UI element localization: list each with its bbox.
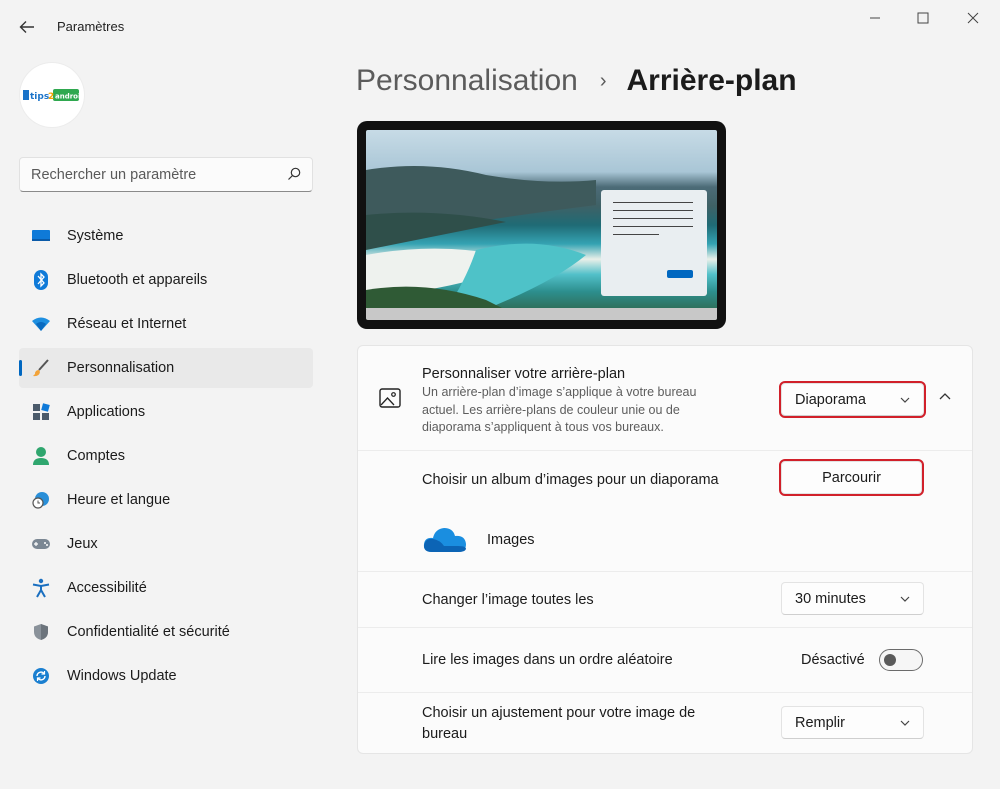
fit-label-line: Choisir un ajustement pour votre image d… bbox=[422, 705, 696, 721]
clock-globe-icon bbox=[31, 490, 51, 510]
sidebar-item-label: Comptes bbox=[67, 448, 126, 464]
sidebar-item-label: Personnalisation bbox=[67, 360, 175, 376]
onedrive-cloud-icon bbox=[423, 528, 466, 552]
sidebar-item-windows-update[interactable]: Windows Update bbox=[19, 656, 313, 696]
svg-text:2: 2 bbox=[48, 92, 54, 102]
background-type-dropdown[interactable]: Diaporama bbox=[779, 381, 926, 418]
preview-text-line bbox=[613, 218, 693, 219]
fit-dropdown[interactable]: Remplir bbox=[781, 706, 924, 739]
browse-button[interactable]: Parcourir bbox=[779, 459, 924, 496]
gamepad-icon bbox=[31, 534, 51, 554]
sidebar-item-label: Heure et langue bbox=[67, 492, 171, 508]
fit-value: Remplir bbox=[795, 714, 845, 731]
preview-button bbox=[667, 270, 693, 278]
desktop-preview bbox=[357, 121, 726, 329]
sidebar-item-label: Réseau et Internet bbox=[67, 316, 187, 332]
search-input[interactable] bbox=[20, 158, 270, 191]
background-title: Personnaliser votre arrière-plan bbox=[422, 366, 626, 382]
chevron-up-icon[interactable] bbox=[938, 391, 952, 401]
browse-button-label: Parcourir bbox=[822, 469, 881, 486]
background-description-line: actuel. Les arrière-plans de couleur uni… bbox=[422, 402, 680, 417]
preview-text-line bbox=[613, 234, 659, 235]
fit-label-line: bureau bbox=[422, 726, 468, 742]
interval-value: 30 minutes bbox=[795, 590, 866, 607]
back-arrow-icon bbox=[19, 21, 34, 33]
background-type-row[interactable]: Personnaliser votre arrière-plan Un arri… bbox=[358, 346, 972, 451]
minimize-button[interactable] bbox=[865, 8, 885, 28]
page-title: Arrière-plan bbox=[626, 64, 797, 97]
preview-text-line bbox=[613, 226, 693, 227]
interval-dropdown[interactable]: 30 minutes bbox=[781, 582, 924, 615]
album-name: Images bbox=[487, 532, 535, 548]
shuffle-toggle[interactable] bbox=[879, 649, 923, 671]
sidebar-item-label: Bluetooth et appareils bbox=[67, 272, 208, 288]
background-description-line: Un arrière-plan d’image s’applique à vot… bbox=[422, 385, 697, 399]
back-button[interactable] bbox=[12, 12, 42, 42]
svg-text:android: android bbox=[55, 93, 81, 101]
background-description-line: diaporama s’appliquent à tous vos bureau… bbox=[422, 420, 664, 434]
bluetooth-icon bbox=[31, 270, 51, 290]
avatar[interactable]: tips 2 android bbox=[20, 63, 84, 127]
interval-row: Changer l’image toutes les 30 minutes bbox=[358, 572, 972, 628]
sidebar-item-label: Applications bbox=[67, 404, 146, 420]
search-box[interactable] bbox=[19, 157, 313, 192]
sidebar-item-systeme[interactable]: Système bbox=[19, 216, 313, 256]
apps-icon bbox=[31, 402, 51, 422]
account-icon bbox=[31, 446, 51, 466]
sidebar-item-personnalisation[interactable]: Personnalisation bbox=[19, 348, 313, 388]
breadcrumb-parent[interactable]: Personnalisation bbox=[356, 64, 578, 98]
album-row: Choisir un album d’images pour un diapor… bbox=[358, 451, 972, 572]
svg-text:tips: tips bbox=[30, 92, 49, 102]
sidebar-nav: Système Bluetooth et appareils Réseau et… bbox=[19, 216, 313, 700]
wallpaper-preview-image bbox=[366, 130, 717, 320]
brush-icon bbox=[31, 358, 51, 378]
breadcrumb-separator: › bbox=[599, 69, 607, 92]
close-icon bbox=[967, 12, 979, 24]
preview-taskbar bbox=[366, 308, 717, 320]
sidebar-item-accessibilite[interactable]: Accessibilité bbox=[19, 568, 313, 608]
maximize-icon bbox=[917, 12, 929, 24]
sidebar-item-confidentialite[interactable]: Confidentialité et sécurité bbox=[19, 612, 313, 652]
shuffle-row: Lire les images dans un ordre aléatoire … bbox=[358, 628, 972, 693]
wifi-icon bbox=[31, 314, 51, 334]
sidebar-item-label: Confidentialité et sécurité bbox=[67, 624, 230, 640]
sidebar-item-reseau[interactable]: Réseau et Internet bbox=[19, 304, 313, 344]
fit-row: Choisir un ajustement pour votre image d… bbox=[358, 693, 972, 753]
sidebar-item-bluetooth[interactable]: Bluetooth et appareils bbox=[19, 260, 313, 300]
maximize-button[interactable] bbox=[913, 8, 933, 28]
update-icon bbox=[31, 666, 51, 686]
tips2android-logo: tips 2 android bbox=[23, 89, 81, 102]
background-type-value: Diaporama bbox=[795, 391, 866, 408]
image-icon bbox=[379, 388, 401, 408]
preview-app-window bbox=[601, 190, 707, 296]
toggle-knob bbox=[884, 653, 896, 666]
preview-text-line bbox=[613, 210, 693, 211]
accessibility-icon bbox=[31, 578, 51, 598]
title-bar: Paramètres bbox=[0, 0, 1000, 36]
shuffle-state: Désactivé bbox=[801, 652, 865, 668]
app-title: Paramètres bbox=[57, 19, 125, 34]
album-label: Choisir un album d’images pour un diapor… bbox=[422, 472, 719, 488]
chevron-down-icon bbox=[900, 596, 910, 602]
search-icon[interactable] bbox=[286, 166, 302, 182]
sidebar-item-label: Système bbox=[67, 228, 124, 244]
chevron-down-icon bbox=[900, 720, 910, 726]
chevron-down-icon bbox=[900, 397, 910, 403]
interval-label: Changer l’image toutes les bbox=[422, 592, 594, 608]
shield-icon bbox=[31, 622, 51, 642]
breadcrumb: Personnalisation › Arrière-plan bbox=[356, 64, 797, 98]
sidebar-item-label: Jeux bbox=[67, 536, 98, 552]
background-settings-panel: Personnaliser votre arrière-plan Un arri… bbox=[357, 345, 973, 754]
sidebar-item-label: Accessibilité bbox=[67, 580, 147, 596]
sidebar-item-label: Windows Update bbox=[67, 668, 177, 684]
sidebar-item-jeux[interactable]: Jeux bbox=[19, 524, 313, 564]
sidebar-item-applications[interactable]: Applications bbox=[19, 392, 313, 432]
shuffle-label: Lire les images dans un ordre aléatoire bbox=[422, 652, 673, 668]
preview-text-line bbox=[613, 202, 693, 203]
sidebar-item-heure-langue[interactable]: Heure et langue bbox=[19, 480, 313, 520]
sidebar-item-comptes[interactable]: Comptes bbox=[19, 436, 313, 476]
close-button[interactable] bbox=[963, 8, 983, 28]
minimize-icon bbox=[870, 17, 880, 19]
system-icon bbox=[31, 226, 51, 246]
